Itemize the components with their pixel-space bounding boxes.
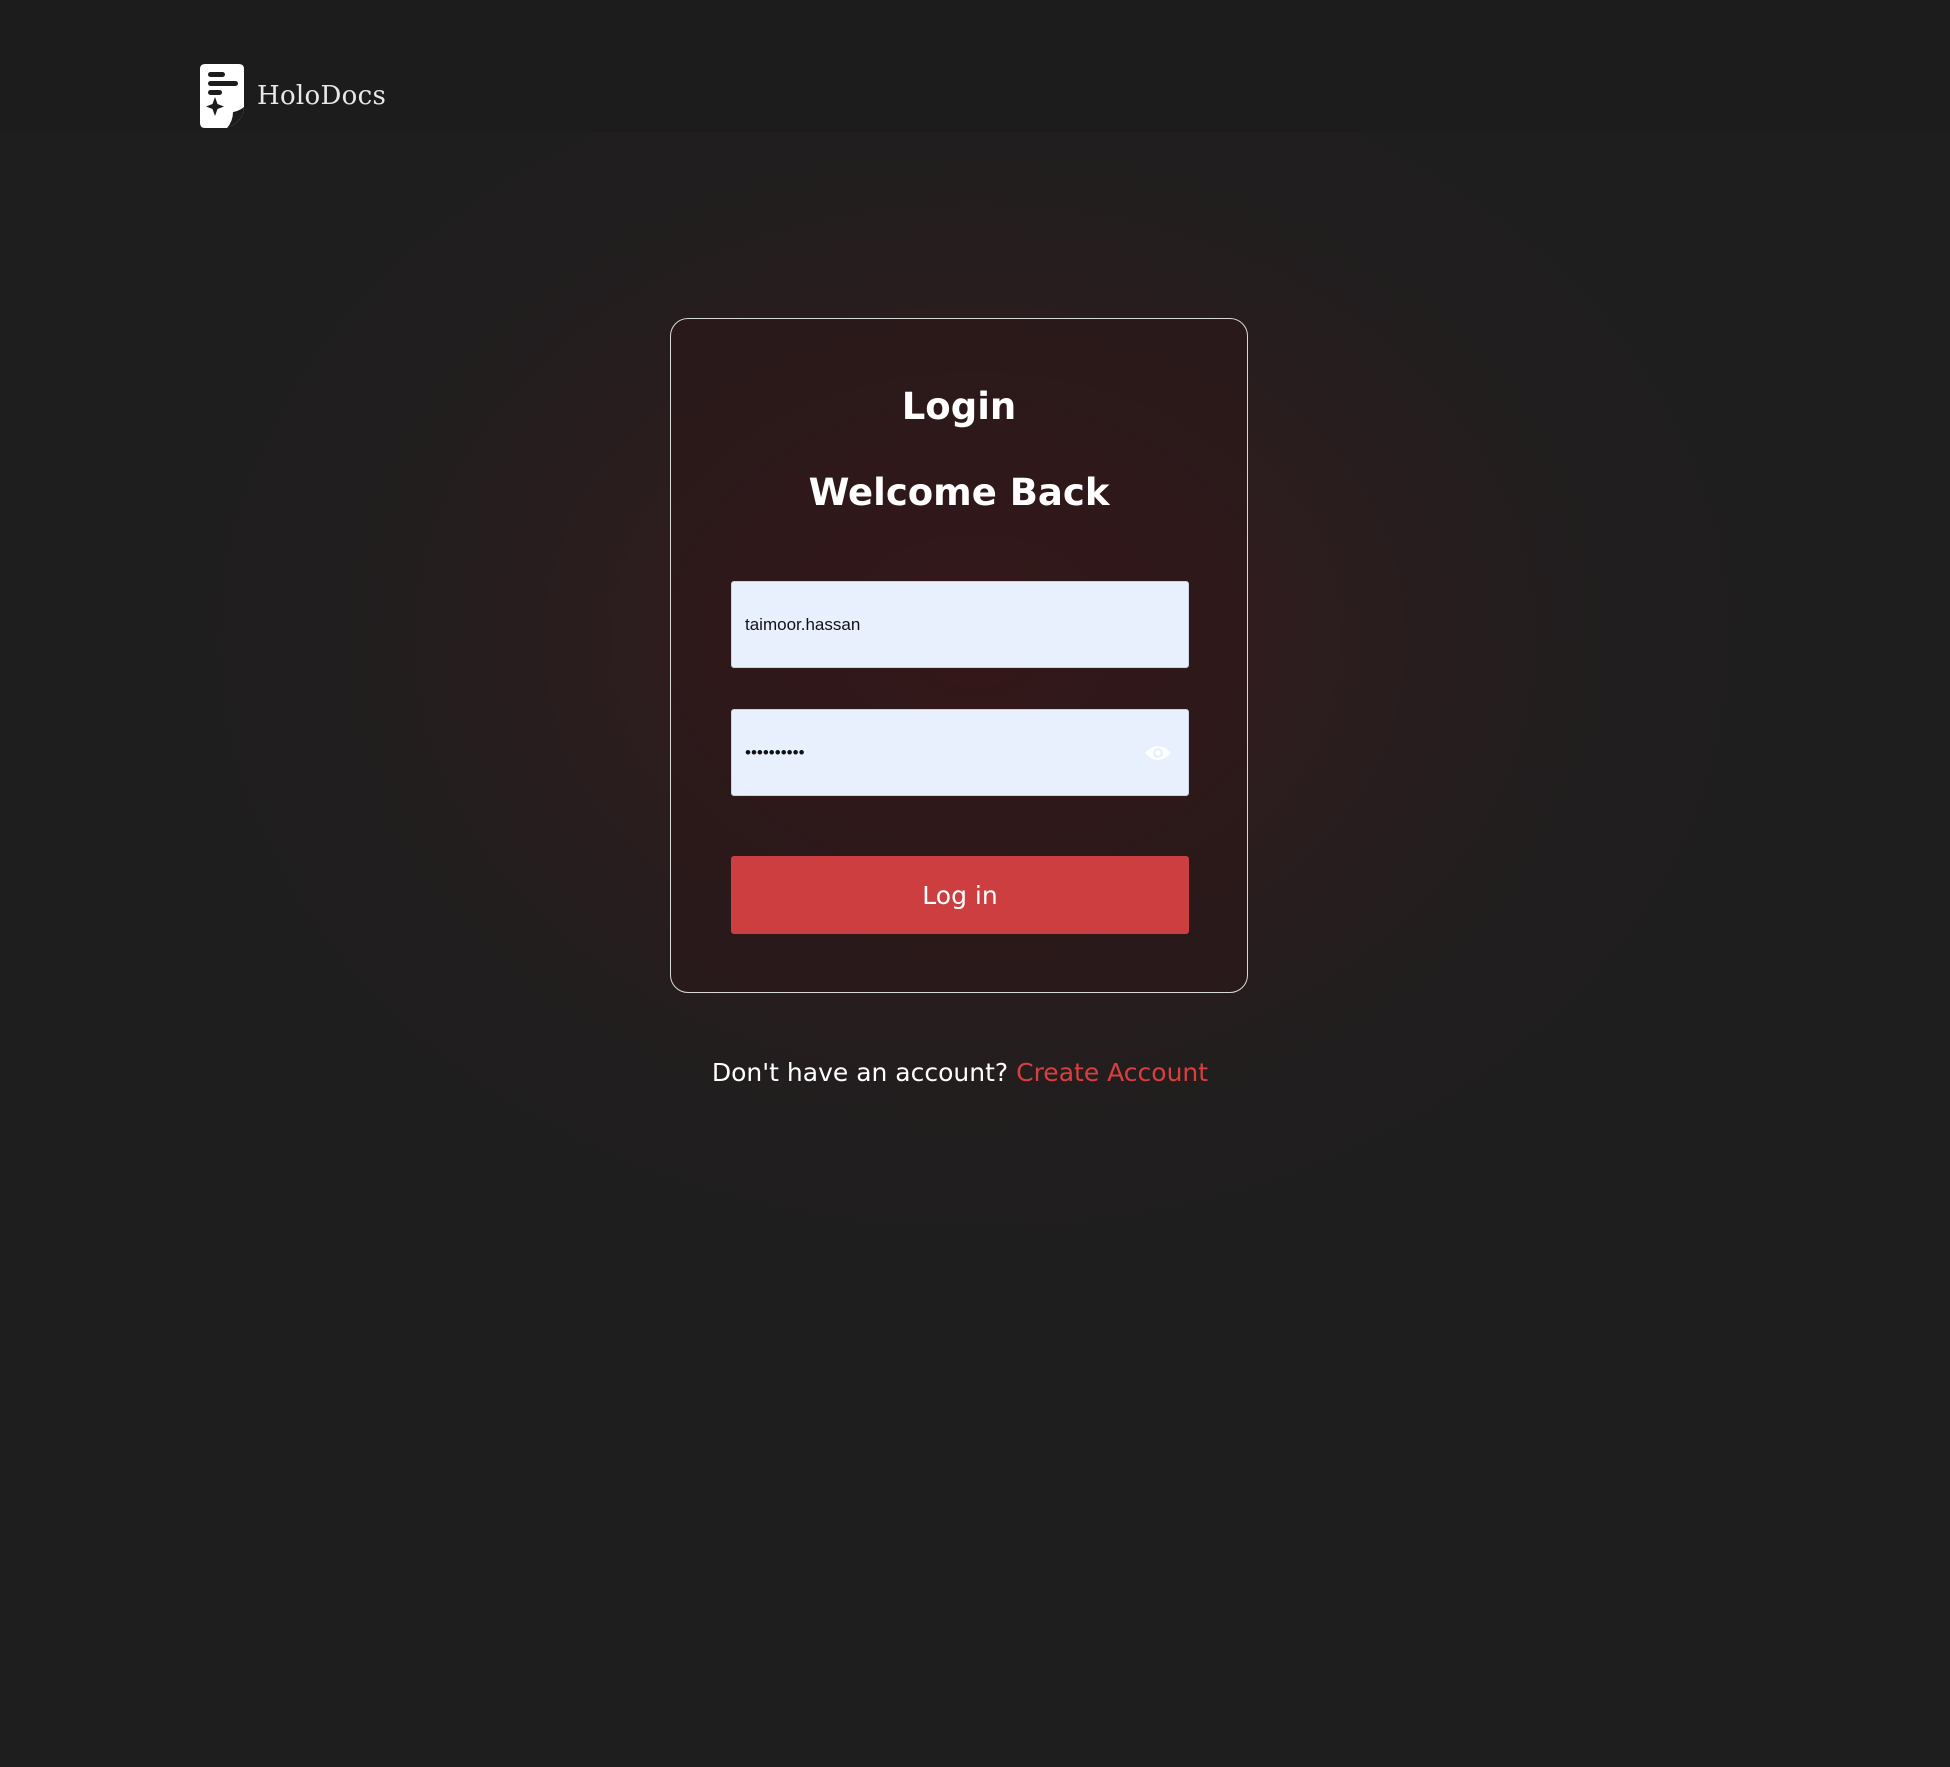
login-button[interactable]: Log in: [731, 856, 1189, 934]
login-card: Login Welcome Back Log in: [670, 318, 1248, 993]
brand[interactable]: HoloDocs: [199, 63, 386, 129]
document-sparkle-icon: [200, 64, 244, 128]
username-input[interactable]: [732, 582, 1188, 667]
password-field[interactable]: [731, 709, 1189, 796]
brand-name: HoloDocs: [257, 81, 387, 111]
password-input[interactable]: [732, 710, 1188, 795]
username-field[interactable]: [731, 581, 1189, 668]
create-account-link[interactable]: Create Account: [1016, 1058, 1208, 1087]
signup-prompt-text: Don't have an account?: [711, 1058, 1009, 1087]
page-background: HoloDocs Login Welcome Back Log in Don't…: [0, 0, 1950, 1767]
welcome-heading: Welcome Back: [808, 471, 1110, 514]
login-title: Login: [901, 385, 1017, 428]
eye-icon[interactable]: [1144, 743, 1172, 763]
top-bar: HoloDocs: [0, 0, 1950, 132]
signup-prompt: Don't have an account? Create Account: [0, 1058, 1920, 1087]
